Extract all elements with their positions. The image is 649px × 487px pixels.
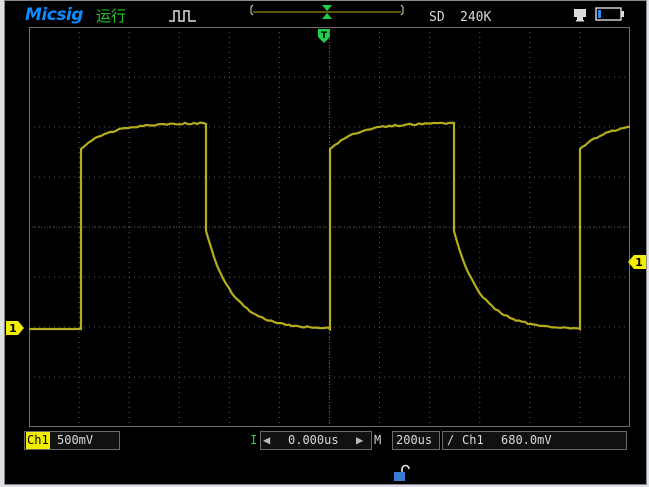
trigger-level-marker[interactable]: 1 <box>627 254 647 270</box>
memory-depth-label[interactable]: 240K <box>460 10 491 25</box>
ch1-badge[interactable]: Ch1 <box>26 432 50 449</box>
timebase-scale: 200us <box>396 432 432 449</box>
svg-text:1: 1 <box>9 322 17 335</box>
waveform-icon[interactable] <box>168 9 198 23</box>
trigger-source: Ch1 <box>462 432 484 449</box>
horizontal-position-value: 0.000us <box>288 432 339 449</box>
oscilloscope-frame: Micsig 运行 SD 240K T 1 1 Ch1 500mV I ◀ 0.… <box>4 0 647 485</box>
memory-window-indicator[interactable] <box>249 3 409 21</box>
timebase-mode-label: M <box>374 432 381 449</box>
acquire-mode-label: SD <box>429 10 445 25</box>
trigger-slope-icon: / <box>447 432 454 449</box>
ch1-volts-per-div[interactable]: 500mV <box>57 432 93 449</box>
lock-icon[interactable] <box>393 464 411 482</box>
run-state-button[interactable]: 运行 <box>96 5 126 26</box>
waveform-display[interactable] <box>29 27 630 427</box>
trigger-level-value: 680.0mV <box>501 432 552 449</box>
svg-text:1: 1 <box>635 256 643 269</box>
horizontal-position-label: I <box>250 432 257 449</box>
ch1-offset-marker[interactable]: 1 <box>5 320 25 336</box>
usb-icon <box>572 7 590 23</box>
arrow-right-icon[interactable]: ▶ <box>356 432 363 449</box>
battery-icon <box>595 7 625 21</box>
arrow-left-icon[interactable]: ◀ <box>263 432 270 449</box>
brand-logo: Micsig <box>25 5 83 25</box>
ch1-waveform-trace <box>29 123 630 329</box>
